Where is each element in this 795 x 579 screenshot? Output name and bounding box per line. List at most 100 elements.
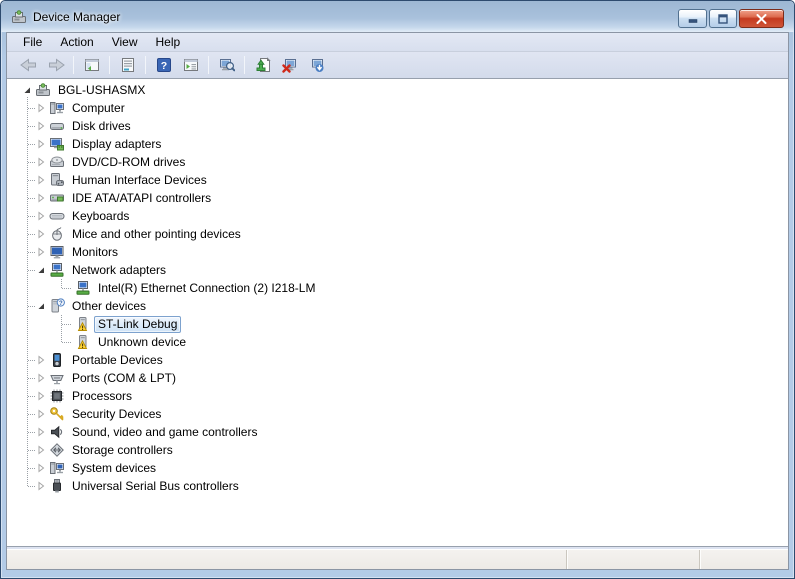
minimize-icon [688, 19, 697, 23]
properties-button[interactable] [115, 54, 140, 77]
tree-connector-line [28, 162, 35, 163]
update-driver-button[interactable] [250, 54, 275, 77]
expander-collapsed-icon[interactable] [35, 102, 47, 114]
tree-item-network-adapters[interactable]: Network adapters [7, 261, 788, 279]
titlebar[interactable]: Device Manager [1, 1, 794, 32]
expander-collapsed-icon[interactable] [35, 354, 47, 366]
help-icon: ? [156, 57, 172, 73]
tree-item-label: Universal Serial Bus controllers [72, 478, 239, 493]
menu-view[interactable]: View [103, 33, 147, 51]
menu-help[interactable]: Help [147, 33, 190, 51]
tree-item-universal-serial-bus-controllers[interactable]: Universal Serial Bus controllers [7, 477, 788, 495]
scan-computer-icon [219, 57, 235, 73]
network-adapter-icon [75, 280, 91, 296]
tree-item-computer[interactable]: Computer [7, 99, 788, 117]
tree-item-display-adapters[interactable]: Display adapters [7, 135, 788, 153]
expander-collapsed-icon[interactable] [35, 192, 47, 204]
tree-item-ports-com-lpt[interactable]: Ports (COM & LPT) [7, 369, 788, 387]
expander-collapsed-icon[interactable] [35, 120, 47, 132]
tree-connector-line [28, 108, 35, 109]
tree-connector-line [28, 396, 35, 397]
show-action-pane-button[interactable] [178, 54, 203, 77]
unknown-question-device-icon: ? [49, 298, 65, 314]
forward-button[interactable] [43, 54, 68, 77]
tree-item-label: BGL-USHASMX [58, 82, 146, 97]
expander-collapsed-icon[interactable] [35, 156, 47, 168]
tree-item-label: Unknown device [98, 334, 187, 349]
keyboard-icon [49, 208, 65, 224]
port-connector-icon [49, 370, 65, 386]
tree-item-mice-and-other-pointing-devices[interactable]: Mice and other pointing devices [7, 225, 788, 243]
tree-item-system-devices[interactable]: System devices [7, 459, 788, 477]
console-tree-icon [84, 57, 100, 73]
tree-item-intel-r-ethernet-connection-2-i218-lm[interactable]: Intel(R) Ethernet Connection (2) I218-LM [7, 279, 788, 297]
maximize-button[interactable] [709, 9, 737, 28]
expander-expanded-icon[interactable] [21, 84, 33, 96]
tree-connector-line [28, 180, 35, 181]
expander-collapsed-icon[interactable] [35, 426, 47, 438]
tree-item-bgl-ushasmx[interactable]: BGL-USHASMX [7, 81, 788, 99]
hid-device-icon [49, 172, 65, 188]
portable-device-icon [49, 352, 65, 368]
tree-item-label: Computer [72, 100, 125, 115]
menu-action[interactable]: Action [51, 33, 102, 51]
close-button[interactable] [739, 9, 784, 28]
toolbar-separator [73, 56, 74, 74]
properties-icon [120, 57, 136, 73]
statusbar [7, 549, 788, 569]
update-driver-icon [255, 57, 271, 73]
tree-connector-line [28, 198, 35, 199]
expander-expanded-icon[interactable] [35, 264, 47, 276]
expander-expanded-icon[interactable] [35, 300, 47, 312]
tree-item-sound-video-and-game-controllers[interactable]: Sound, video and game controllers [7, 423, 788, 441]
svg-text:?: ? [59, 301, 63, 307]
device-manager-icon [11, 9, 27, 25]
expander-collapsed-icon[interactable] [35, 408, 47, 420]
monitor-icon [49, 244, 65, 260]
device-tree: BGL-USHASMX Computer Disk drives Display ad… [7, 79, 788, 495]
disable-device-button[interactable] [304, 54, 329, 77]
show-console-tree-button[interactable] [79, 54, 104, 77]
help-button[interactable]: ? [151, 54, 176, 77]
tree-item-storage-controllers[interactable]: Storage controllers [7, 441, 788, 459]
expander-collapsed-icon[interactable] [35, 462, 47, 474]
expander-collapsed-icon[interactable] [35, 444, 47, 456]
tree-item-processors[interactable]: Processors [7, 387, 788, 405]
back-button[interactable] [16, 54, 41, 77]
tree-item-keyboards[interactable]: Keyboards [7, 207, 788, 225]
expander-collapsed-icon[interactable] [35, 480, 47, 492]
minimize-button[interactable] [678, 9, 707, 28]
tree-item-dvd-cd-rom-drives[interactable]: DVD/CD-ROM drives [7, 153, 788, 171]
arrow-right-icon [46, 57, 66, 73]
tree-item-portable-devices[interactable]: Portable Devices [7, 351, 788, 369]
tree-item-unknown-device[interactable]: Unknown device [7, 333, 788, 351]
tree-item-disk-drives[interactable]: Disk drives [7, 117, 788, 135]
tree-item-label: Monitors [72, 244, 119, 259]
tree-item-ide-ata-atapi-controllers[interactable]: IDE ATA/ATAPI controllers [7, 189, 788, 207]
uninstall-device-button[interactable] [277, 54, 302, 77]
expander-collapsed-icon[interactable] [35, 210, 47, 222]
tree-item-label: System devices [72, 460, 157, 475]
menu-file[interactable]: File [14, 33, 51, 51]
scan-hardware-changes-button[interactable] [214, 54, 239, 77]
tree-item-security-devices[interactable]: Security Devices [7, 405, 788, 423]
window-title: Device Manager [33, 9, 121, 24]
tree-item-label: Other devices [72, 298, 147, 313]
tree-item-label: Processors [72, 388, 133, 403]
tree-item-label: Network adapters [72, 262, 167, 277]
tree-item-label: Intel(R) Ethernet Connection (2) I218-LM [98, 280, 316, 295]
tree-connector-line [62, 324, 71, 325]
expander-collapsed-icon[interactable] [35, 138, 47, 150]
mouse-icon [49, 226, 65, 242]
expander-collapsed-icon[interactable] [35, 174, 47, 186]
tree-item-monitors[interactable]: Monitors [7, 243, 788, 261]
tree-item-st-link-debug[interactable]: ST-Link Debug [7, 315, 788, 333]
expander-collapsed-icon[interactable] [35, 390, 47, 402]
tree-connector-line [28, 126, 35, 127]
tree-item-human-interface-devices[interactable]: Human Interface Devices [7, 171, 788, 189]
expander-collapsed-icon[interactable] [35, 228, 47, 240]
expander-collapsed-icon[interactable] [35, 372, 47, 384]
menubar: File Action View Help [7, 33, 788, 52]
expander-collapsed-icon[interactable] [35, 246, 47, 258]
tree-item-other-devices[interactable]: ? Other devices [7, 297, 788, 315]
